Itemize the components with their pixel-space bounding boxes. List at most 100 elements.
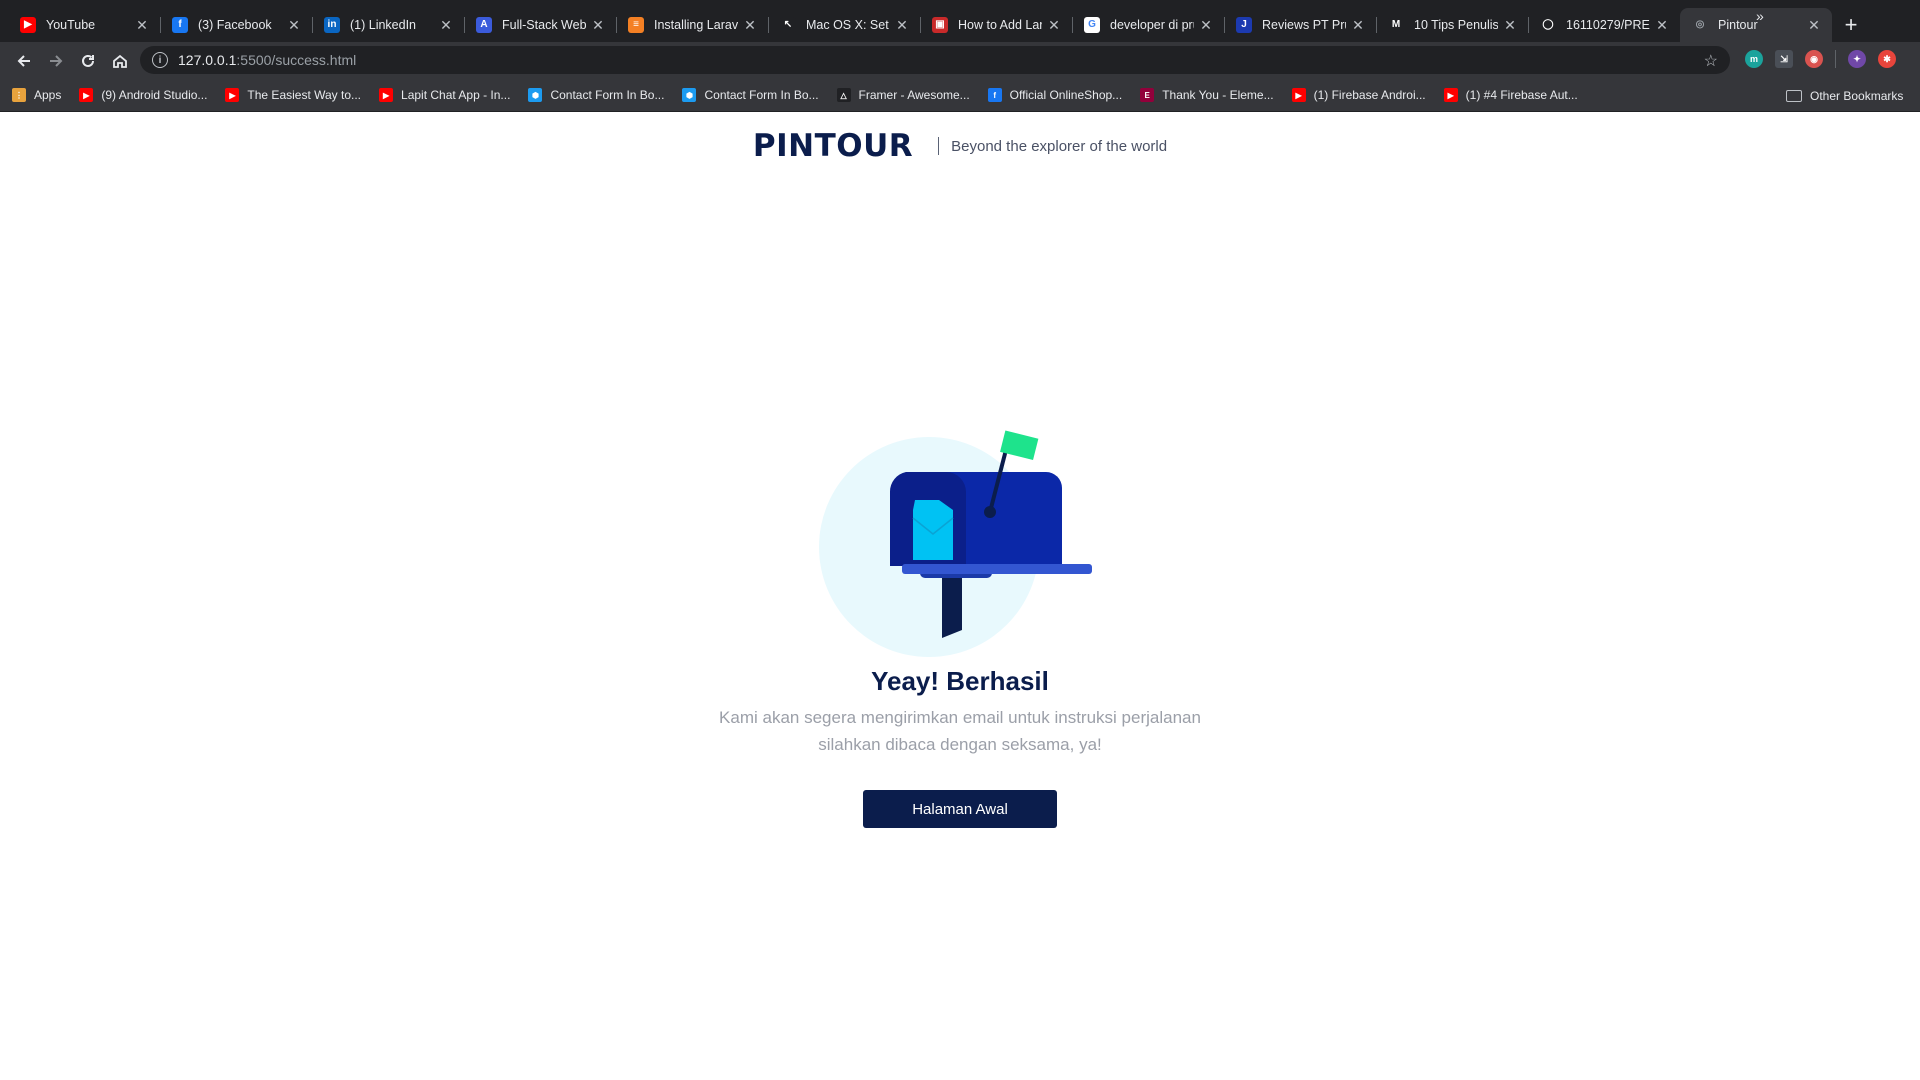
other-bookmarks-button[interactable]: Other Bookmarks bbox=[1786, 79, 1903, 112]
browser-toolbar: i 127.0.0.1:5500/success.html ☆ m ⇲ ◉ ✦ … bbox=[0, 42, 1920, 79]
youtube-icon: ▶ bbox=[1291, 88, 1306, 102]
facebook-icon: f bbox=[172, 17, 188, 33]
close-icon[interactable]: ✕ bbox=[134, 17, 150, 34]
mailbox-base bbox=[902, 564, 1092, 574]
mailbox-post bbox=[942, 568, 962, 638]
tab-title: YouTube bbox=[46, 18, 96, 32]
address-bar[interactable]: i 127.0.0.1:5500/success.html ☆ bbox=[140, 46, 1730, 74]
bookmark-item[interactable]: f Official OnlineShop... bbox=[987, 88, 1122, 102]
extension-m-icon[interactable]: m bbox=[1745, 50, 1763, 68]
success-description: Kami akan segera mengirimkan email untuk… bbox=[660, 704, 1260, 758]
hexagon-icon: ⬢ bbox=[528, 88, 543, 102]
url-host: 127.0.0.1 bbox=[178, 52, 237, 68]
tab-title: How to Add Larav bbox=[958, 18, 1042, 32]
folder-icon bbox=[1786, 89, 1802, 102]
reload-icon bbox=[82, 54, 94, 67]
bookmark-item[interactable]: ⬢ Contact Form In Bo... bbox=[682, 88, 819, 102]
bookmark-item[interactable]: ▶ Lapit Chat App - In... bbox=[379, 88, 510, 102]
bookmark-item[interactable]: ▶ (1) Firebase Androi... bbox=[1291, 88, 1426, 102]
success-description-line-1: Kami akan segera mengirimkan email untuk… bbox=[719, 708, 1201, 727]
url-path: :5500/success.html bbox=[236, 52, 357, 68]
bookmark-label: Contact Form In Bo... bbox=[704, 88, 819, 102]
browser-tab[interactable]: ◯ 16110279/PRES ✕ bbox=[1528, 8, 1680, 42]
browser-tab[interactable]: ≡ Installing Laravel ✕ bbox=[616, 8, 768, 42]
bookmark-label: (9) Android Studio... bbox=[101, 88, 208, 102]
tab-title: 16110279/PRES bbox=[1566, 18, 1650, 32]
bookmark-item[interactable]: ⋮ Apps bbox=[12, 88, 61, 102]
close-icon[interactable]: ✕ bbox=[286, 17, 302, 34]
other-bookmarks-label: Other Bookmarks bbox=[1810, 88, 1904, 103]
pintour-logo[interactable]: PINTOUR bbox=[753, 128, 913, 164]
home-nav-button[interactable] bbox=[104, 47, 136, 75]
close-icon[interactable]: ✕ bbox=[1654, 17, 1670, 34]
browser-tab[interactable]: M 10 Tips Penulisan ✕ bbox=[1376, 8, 1528, 42]
facebook-icon: f bbox=[987, 88, 1002, 102]
bookmark-label: (1) Firebase Androi... bbox=[1313, 88, 1426, 102]
bookmark-item[interactable]: △ Framer - Awesome... bbox=[836, 88, 970, 102]
arrow-left-icon bbox=[17, 54, 30, 67]
browser-tab[interactable]: f (3) Facebook ✕ bbox=[160, 8, 312, 42]
jobstreet-icon: J bbox=[1236, 17, 1252, 33]
bookmark-item[interactable]: ▶ (1) #4 Firebase Aut... bbox=[1443, 88, 1578, 102]
youtube-icon: ▶ bbox=[1443, 88, 1458, 102]
bookmark-label: Contact Form In Bo... bbox=[550, 88, 665, 102]
mailbox-envelope bbox=[913, 500, 953, 560]
forward-button[interactable] bbox=[40, 47, 72, 75]
close-icon[interactable]: ✕ bbox=[590, 17, 606, 34]
apps-grid-icon: ⋮ bbox=[12, 88, 26, 102]
home-page-button[interactable]: Halaman Awal bbox=[863, 790, 1057, 828]
browser-tab[interactable]: ▣ How to Add Larav ✕ bbox=[920, 8, 1072, 42]
bookmarks-overflow-button[interactable]: » bbox=[1756, 8, 1764, 24]
tab-title: developer di prud bbox=[1110, 18, 1194, 32]
bookmark-item[interactable]: ▶ The Easiest Way to... bbox=[225, 88, 361, 102]
extension-owl-icon[interactable]: ◉ bbox=[1805, 50, 1823, 68]
browser-tab[interactable]: in (1) LinkedIn ✕ bbox=[312, 8, 464, 42]
close-icon[interactable]: ✕ bbox=[1502, 17, 1518, 34]
close-icon[interactable]: ✕ bbox=[1198, 17, 1214, 34]
cursor-icon: ↖ bbox=[780, 17, 796, 33]
tagline: Beyond the explorer of the world bbox=[951, 137, 1168, 155]
site-header: PINTOUR Beyond the explorer of the world bbox=[0, 128, 1920, 164]
close-icon[interactable]: ✕ bbox=[438, 17, 454, 34]
bookmark-item[interactable]: ⬢ Contact Form In Bo... bbox=[528, 88, 664, 102]
flag-pivot bbox=[984, 506, 996, 518]
new-tab-button[interactable]: + bbox=[1836, 8, 1866, 42]
globe-icon: ◎ bbox=[1692, 17, 1708, 33]
tab-title: Full-Stack Web D bbox=[502, 18, 586, 32]
bookmark-label: Thank You - Eleme... bbox=[1162, 88, 1274, 102]
bookmark-item[interactable]: ▶ (9) Android Studio... bbox=[79, 88, 207, 102]
profile-avatar-icon[interactable]: ✦ bbox=[1848, 50, 1866, 68]
bookmark-star-icon[interactable]: ☆ bbox=[1704, 51, 1718, 71]
youtube-icon: ▶ bbox=[379, 88, 394, 102]
bookmarks-bar: ⋮ Apps ▶ (9) Android Studio... ▶ The Easiest … bbox=[0, 79, 1920, 112]
mailbox-illustration bbox=[819, 430, 1092, 657]
extension-off-icon[interactable]: ⇲ bbox=[1775, 50, 1793, 68]
browser-tab[interactable]: Gdeveloper di prud ✕ bbox=[1072, 8, 1224, 42]
close-icon[interactable]: ✕ bbox=[742, 17, 758, 34]
close-icon[interactable]: ✕ bbox=[1350, 17, 1366, 34]
tab-title: Reviews PT Prud bbox=[1262, 18, 1346, 32]
tab-title: (1) LinkedIn bbox=[350, 18, 417, 32]
youtube-icon: ▶ bbox=[20, 17, 36, 33]
close-icon[interactable]: ✕ bbox=[894, 17, 910, 34]
success-description-line-2: silahkan dibaca dengan seksama, ya! bbox=[818, 735, 1102, 754]
site-info-icon[interactable]: i bbox=[152, 52, 168, 68]
close-icon[interactable]: ✕ bbox=[1806, 17, 1822, 34]
bookmark-item[interactable]: E Thank You - Eleme... bbox=[1140, 88, 1274, 102]
close-icon[interactable]: ✕ bbox=[1046, 17, 1062, 34]
browser-tab[interactable]: ▶ YouTube ✕ bbox=[8, 8, 160, 42]
bookmark-label: Lapit Chat App - In... bbox=[401, 88, 511, 102]
bookmark-label: (1) #4 Firebase Aut... bbox=[1465, 88, 1578, 102]
page-content: PINTOUR Beyond the explorer of the world… bbox=[0, 112, 1920, 1080]
reload-button[interactable] bbox=[72, 47, 104, 75]
back-button[interactable] bbox=[8, 47, 40, 75]
youtube-icon: ▶ bbox=[225, 88, 240, 102]
arrow-right-icon bbox=[50, 54, 63, 67]
browser-tab[interactable]: A Full-Stack Web D ✕ bbox=[464, 8, 616, 42]
github-icon: ◯ bbox=[1540, 17, 1556, 33]
extension-red-icon[interactable]: ✱ bbox=[1878, 50, 1896, 68]
tab-title: (3) Facebook bbox=[198, 18, 272, 32]
home-icon bbox=[113, 54, 127, 68]
browser-tab[interactable]: ↖ Mac OS X: Set / C ✕ bbox=[768, 8, 920, 42]
browser-tab[interactable]: J Reviews PT Prud ✕ bbox=[1224, 8, 1376, 42]
